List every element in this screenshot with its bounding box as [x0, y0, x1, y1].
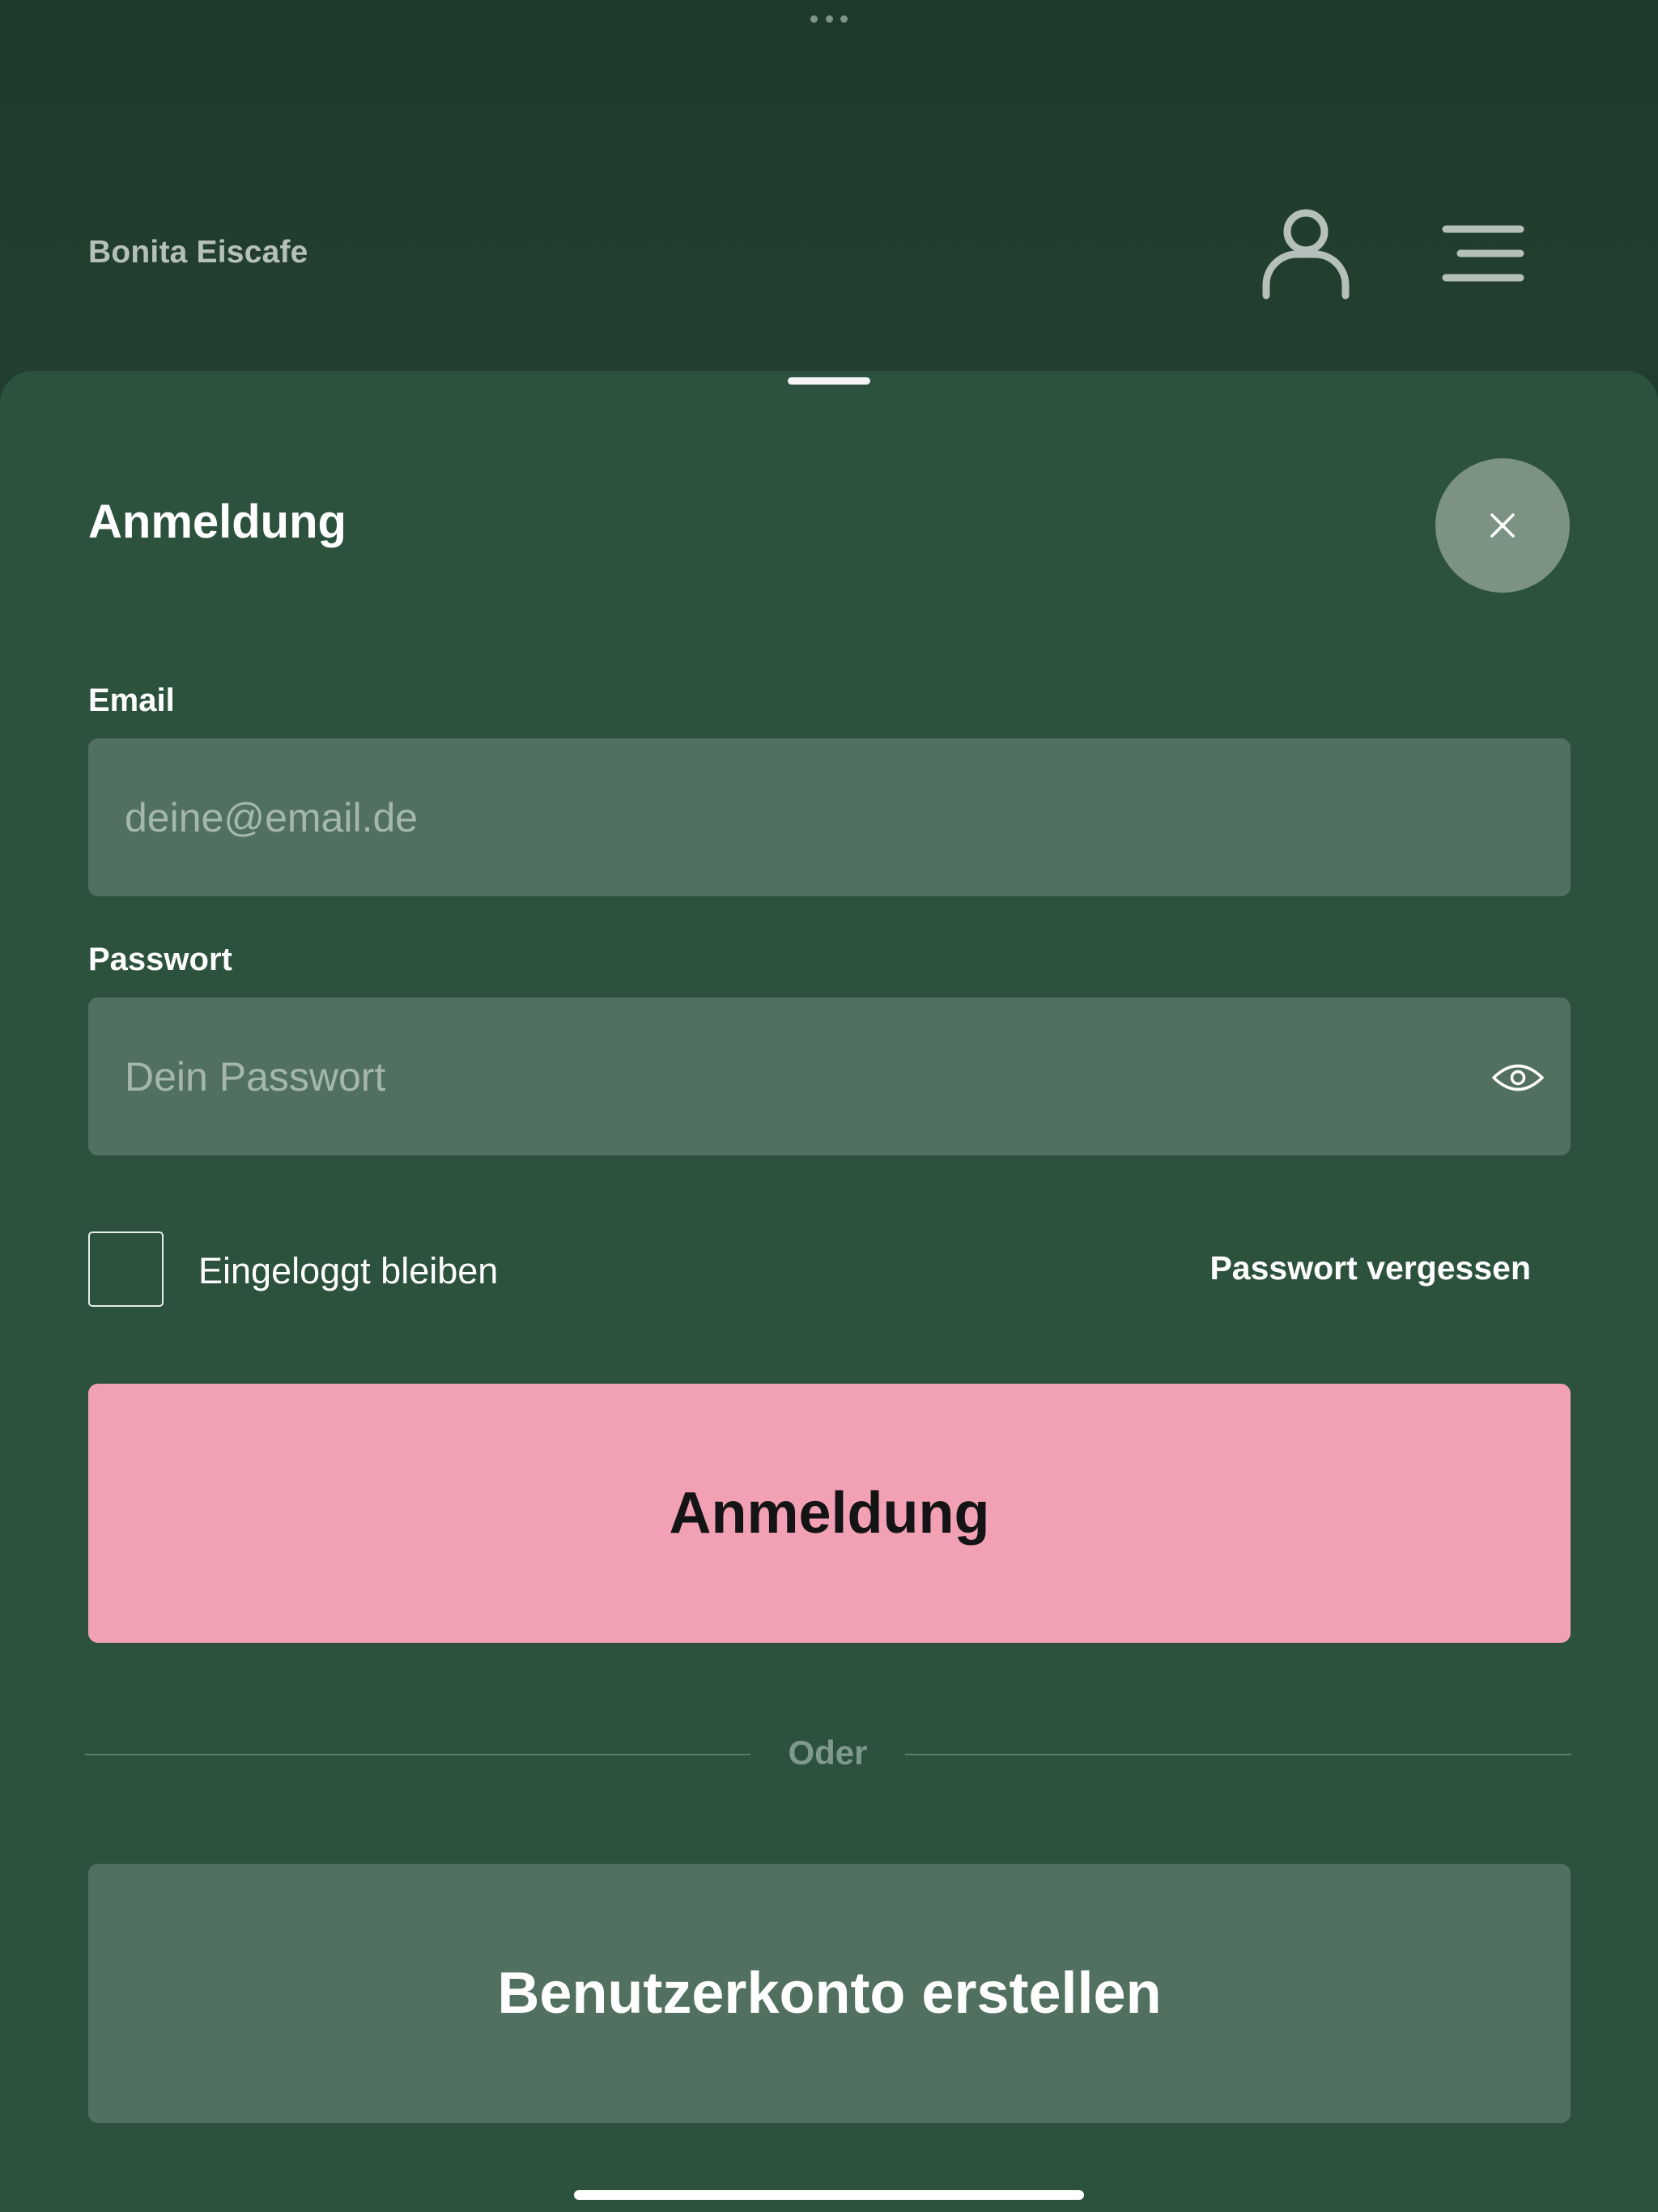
app-header: Bonita Eiscafe	[0, 0, 1658, 371]
remember-me-label[interactable]: Eingeloggt bleiben	[198, 1250, 498, 1292]
app-screen: Bonita Eiscafe Anmeldung Email Passwort	[0, 0, 1658, 2212]
divider-line-left	[85, 1754, 750, 1755]
create-account-button[interactable]: Benutzerkonto erstellen	[88, 1864, 1571, 2123]
remember-me-checkbox[interactable]	[88, 1231, 164, 1307]
forgot-password-link[interactable]: Passwort vergessen	[1209, 1249, 1531, 1287]
home-indicator[interactable]	[574, 2190, 1084, 2200]
sheet-title: Anmeldung	[88, 496, 346, 548]
password-field[interactable]	[125, 998, 1460, 1155]
menu-icon[interactable]	[1436, 223, 1525, 283]
divider-line-right	[905, 1754, 1571, 1755]
email-field[interactable]	[125, 738, 1460, 896]
more-dots-icon[interactable]	[810, 15, 848, 23]
close-icon	[1490, 513, 1515, 538]
sheet-grabber[interactable]	[788, 377, 870, 385]
email-field-container	[88, 738, 1571, 896]
close-button[interactable]	[1435, 458, 1570, 593]
password-field-container	[88, 998, 1571, 1155]
divider-text: Oder	[788, 1733, 868, 1772]
brand-name: Bonita Eiscafe	[88, 235, 308, 270]
user-icon[interactable]	[1261, 207, 1350, 300]
eye-icon[interactable]	[1491, 1061, 1545, 1095]
password-label: Passwort	[88, 942, 232, 977]
email-label: Email	[88, 683, 175, 718]
login-button[interactable]: Anmeldung	[88, 1384, 1571, 1643]
